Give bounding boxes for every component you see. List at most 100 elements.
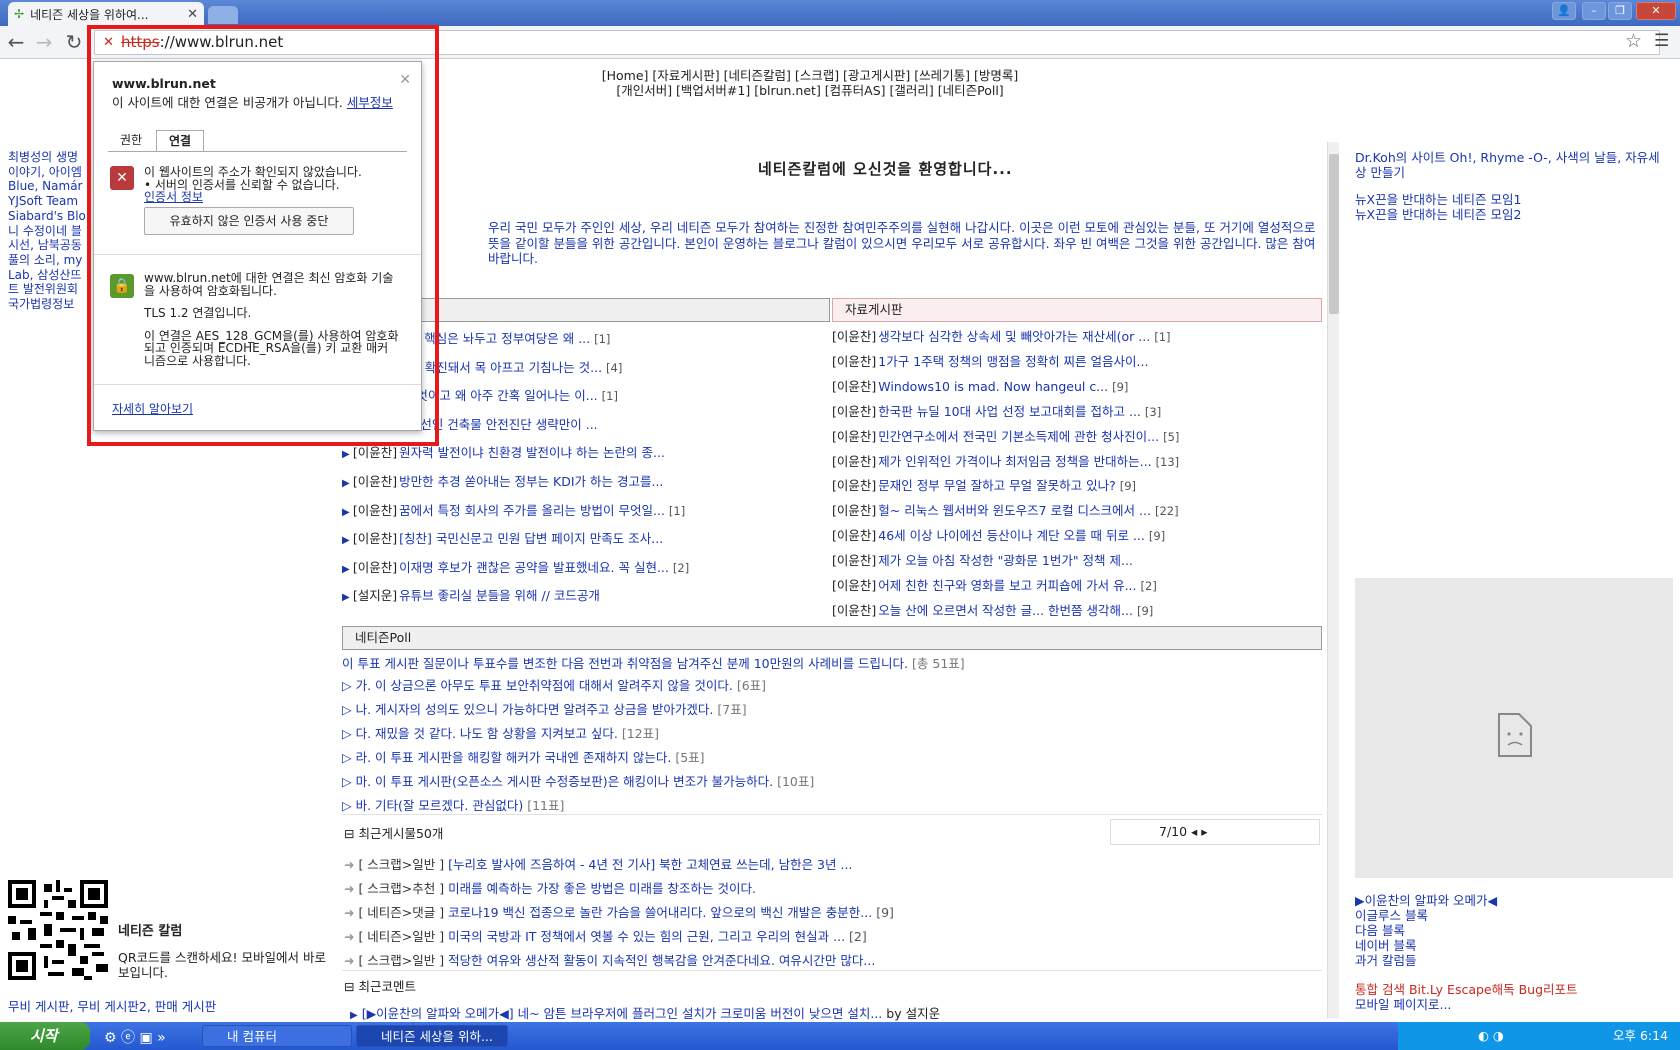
site-nav-line1[interactable]: [Home] [자료게시판] [네티즌칼럼] [스크랩] [광고게시판] [쓰레… — [560, 68, 1060, 83]
forward-arrow-icon[interactable]: → — [32, 30, 56, 54]
red-highlight-box — [87, 25, 439, 446]
tray-icons[interactable]: ◐ ◑ — [1478, 1022, 1504, 1050]
reload-icon[interactable]: ↻ — [62, 30, 86, 54]
blog-link[interactable]: 다음 블록 — [1355, 923, 1497, 938]
recent-post-link[interactable]: 미국의 국방과 IT 정책에서 엿볼 수 있는 힘의 근원, 그리고 우리의 현… — [448, 929, 845, 944]
board-post[interactable]: [이윤찬] 생각보다 심각한 상속세 및 빼앗아가는 재산세(or ... [1] — [832, 328, 1171, 346]
poll-option[interactable]: ▷ 나. 게시자의 성의도 있으니 가능하다면 알려주고 상금을 받아가겠다.[… — [342, 699, 747, 718]
post-title-link[interactable]: 민간연구소에서 전국민 기본소득제에 관한 청사진이... — [878, 429, 1159, 444]
board-post[interactable]: ▶ [이윤찬] 방만한 추경 쏟아내는 정부는 KDI가 하는 경고를... — [342, 473, 667, 491]
poll-option[interactable]: ▷ 다. 재밌을 것 같다. 나도 함 상황을 지켜보고 싶다. [12표] — [342, 723, 659, 742]
board-post[interactable]: [이윤찬] Windows10 is mad. Now hangeul c... [… — [832, 378, 1128, 396]
task-my-computer[interactable]: 내 컴퓨터 — [202, 1025, 352, 1047]
data-board-header[interactable]: 자료게시판 — [832, 298, 1322, 322]
board-post[interactable]: [이윤찬] 헐~ 리눅스 웹서버와 윈도우즈7 로컬 디스크에서 ... [22] — [832, 502, 1179, 520]
board-post[interactable]: ▶ [이윤찬] [칭찬] 국민신문고 민원 답변 페이지 만족도 조사... — [342, 530, 667, 548]
recent-post-link[interactable]: 코로나19 백신 접종으로 놀란 가슴을 쓸어내리다. 앞으로의 백신 개발은 … — [448, 905, 872, 920]
post-title-link[interactable]: 한국판 뉴딜 10대 사업 선정 보고대회를 접하고 ... — [878, 404, 1141, 419]
board-post[interactable]: [이윤찬] 46세 이상 나이에선 등산이나 계단 오를 때 뒤로 ... [9] — [832, 527, 1165, 545]
recent-post[interactable]: ➜ [ 스크랩>일반 ] 적당한 여유와 생산적 활동이 지속적인 행복감을 안겨… — [344, 950, 879, 969]
nux-link-1[interactable]: 뉴X끈을 반대하는 네티즌 모임1 — [1355, 192, 1671, 207]
blog-link[interactable]: ▶이윤찬의 알파와 오메가◀ — [1355, 893, 1497, 908]
board-post[interactable]: [이윤찬] 민간연구소에서 전국민 기본소득제에 관한 청사진이... [5] — [832, 428, 1179, 446]
poll-option-votes: [5표] — [675, 750, 705, 765]
board-post[interactable]: [이윤찬] 1가구 1주택 정책의 맹점을 정확히 찌른 얼음사이... — [832, 353, 1152, 371]
board-post[interactable]: ▶ [이윤찬] 이재명 후보가 괜찮은 공약을 발표했네요. 꼭 실현... [2] — [342, 559, 689, 577]
board-post[interactable]: [이윤찬] 제가 인위적인 가격이나 최저임금 정책을 반대하는... [13] — [832, 453, 1179, 471]
bullet-icon: ▶ — [342, 506, 353, 518]
post-title-link[interactable]: 이재명 후보가 괜찮은 공약을 발표했네요. 꼭 실현... — [399, 560, 669, 575]
site-nav-line2[interactable]: [개인서버] [백업서버#1] [blrun.net] [컴퓨터AS] [갤러리… — [560, 83, 1060, 98]
recent-post-link[interactable]: [누리호 발사에 즈음하여 - 4년 전 기사] 북한 고체연료 쓰는데, 남한… — [448, 857, 852, 872]
post-title-link[interactable]: 유튜브 좋리실 분들을 위해 // 코드공개 — [399, 588, 600, 603]
mobile-link[interactable]: 모바일 페이지로... — [1355, 997, 1578, 1012]
post-title-link[interactable]: 1가구 1주택 정책의 맹점을 정확히 찌른 얼음사이... — [878, 354, 1148, 369]
board-post[interactable]: [이윤찬] 오늘 산에 오르면서 작성한 글... 한번쯤 생각해... [9] — [832, 602, 1153, 620]
menu-icon[interactable]: ☰ — [1654, 31, 1669, 51]
poll-total-votes: [총 51표] — [912, 656, 965, 671]
user-icon[interactable]: 👤 — [1552, 2, 1576, 20]
post-title-link[interactable]: 제가 오늘 아침 작성한 "광화문 1번가" 정책 제... — [878, 553, 1133, 568]
post-title-link[interactable]: 어제 친한 친구와 영화를 보고 커피숍에 가서 유... — [878, 578, 1136, 593]
start-button[interactable]: 시작 — [0, 1022, 90, 1050]
poll-option[interactable]: ▷ 가. 이 상금으론 아무도 투표 보안취약점에 대해서 알려주지 않을 것이… — [342, 675, 766, 694]
post-title-link[interactable]: 생각보다 심각한 상속세 및 빼앗아가는 재산세(or ... — [878, 329, 1150, 344]
minimize-button[interactable]: – — [1582, 2, 1606, 20]
restore-button[interactable]: ❐ — [1608, 2, 1632, 20]
recent-post[interactable]: ➜ [ 스크랩>일반 ] [누리호 발사에 즈음하여 - 4년 전 기사] 북한 … — [344, 854, 856, 873]
board-post[interactable]: ▶ [이윤찬] 원자력 발전이냐 친환경 발전이냐 하는 논란의 종... — [342, 444, 669, 462]
comment-count: [3] — [1144, 404, 1162, 419]
post-title-link[interactable]: 꿈에서 특정 회사의 주가를 올리는 방법이 무엇일... — [399, 503, 665, 518]
board-post[interactable]: [이윤찬] 문재인 정부 무얼 잘하고 무얼 잘못하고 있나? [9] — [832, 477, 1136, 495]
board-links[interactable]: 무비 게시판, 무비 게시판2, 판매 게시판 — [8, 996, 216, 1015]
post-title-link[interactable]: [칭찬] 국민신문고 민원 답변 페이지 만족도 조사... — [399, 531, 663, 546]
blog-link[interactable]: 과거 칼럼들 — [1355, 953, 1497, 968]
friend-links[interactable]: Dr.Koh의 사이트 Oh!, Rhyme -O-, 사색의 날들, 자유세상… — [1355, 150, 1671, 180]
blog-link[interactable]: 이글루스 블록 — [1355, 908, 1497, 923]
scrollbar-thumb[interactable] — [1329, 154, 1339, 314]
poll-option[interactable]: ▷ 바. 기타(잘 모르겠다. 관심없다) [11표] — [342, 795, 564, 814]
post-author: [이윤찬] — [832, 553, 877, 569]
post-title-link[interactable]: 원자력 발전이냐 친환경 발전이냐 하는 논란의 종... — [399, 445, 665, 460]
welcome-heading: 네티즌칼럼에 오신것을 환영합니다... — [758, 160, 1013, 178]
post-author: [설지운] — [352, 588, 398, 604]
nux-link-2[interactable]: 뉴X끈을 반대하는 네티즌 모임2 — [1355, 207, 1671, 222]
post-title-link[interactable]: 오늘 산에 오르면서 작성한 글... 한번쯤 생각해... — [878, 603, 1133, 618]
page-scrollbar[interactable] — [1327, 142, 1339, 1018]
browser-tab-active[interactable]: ✢ 네티즌 세상을 위하여... ✕ — [8, 2, 204, 26]
quicklaunch-icons[interactable]: ⚙ ⓔ ▣ » — [104, 1027, 166, 1047]
task-browser[interactable]: 네티즌 세상을 위하... — [356, 1025, 508, 1047]
recent-post-link[interactable]: 적당한 여유와 생산적 활동이 지속적인 행복감을 안겨준다네요. 여유시간만 … — [448, 953, 875, 968]
board-post[interactable]: ▶ [이윤찬] 꿈에서 특정 회사의 주가를 올리는 방법이 무엇일... [1] — [342, 502, 685, 520]
bookmark-star-icon[interactable]: ☆ — [1625, 30, 1642, 52]
post-title-link[interactable]: 헐~ 리눅스 웹서버와 윈도우즈7 로컬 디스크에서 ... — [878, 503, 1151, 518]
recent-post[interactable]: ➜ [ 스크랩>추천 ] 미래를 예측하는 가장 좋은 방법은 미래를 창조하는 … — [344, 878, 760, 897]
comment-count: [5] — [1163, 429, 1180, 444]
recent-posts-pager[interactable]: 7/10 ◂ ▸ — [1110, 819, 1320, 845]
poll-question[interactable]: 이 투표 게시판 질문이나 투표수를 변조한 다음 전번과 취약점을 남겨주신 … — [342, 653, 965, 672]
recent-comment-link[interactable]: [▶이윤찬의 알파와 오메가◀] 네~ 암튼 브라우저에 플러그인 설치가 크로… — [362, 1006, 883, 1021]
post-title-link[interactable]: Windows10 is mad. Now hangeul c... — [878, 379, 1108, 394]
recent-post[interactable]: ➜ [ 네티즌>댓글 ] 코로나19 백신 접종으로 놀란 가슴을 쓸어내리다. … — [344, 902, 894, 921]
post-title-link[interactable]: 제가 인위적인 가격이나 최저임금 정책을 반대하는... — [878, 454, 1151, 469]
board-post[interactable]: ▶ [설지운] 유튜브 좋리실 분들을 위해 // 코드공개 — [342, 587, 604, 605]
recent-post-link[interactable]: 미래를 예측하는 가장 좋은 방법은 미래를 창조하는 것이다. — [448, 881, 756, 896]
back-arrow-icon[interactable]: ← — [4, 30, 28, 54]
recent-comment-item[interactable]: ▶ [▶이윤찬의 알파와 오메가◀] 네~ 암튼 브라우저에 플러그인 설치가 … — [350, 1003, 940, 1022]
poll-header[interactable]: 네티즌Poll — [342, 626, 1322, 650]
poll-option[interactable]: ▷ 라. 이 투표 게시판을 해킹할 해커가 국내엔 존재하지 않는다. [5표] — [342, 747, 705, 766]
post-title-link[interactable]: 46세 이상 나이에선 등산이나 계단 오를 때 뒤로 ... — [878, 528, 1145, 543]
recent-post[interactable]: ➜ [ 네티즌>일반 ] 미국의 국방과 IT 정책에서 엿볼 수 있는 힘의 근… — [344, 926, 867, 945]
post-title-link[interactable]: 문재인 정부 무얼 잘하고 무얼 잘못하고 있나? — [878, 478, 1115, 493]
blog-link[interactable]: 네이버 블록 — [1355, 938, 1497, 953]
search-links[interactable]: 통합 검색 Bit.Ly Escape해독 Bug리포트 — [1355, 982, 1578, 997]
poll-option[interactable]: ▷ 마. 이 투표 게시판(오픈소스 게시판 수정증보판)은 해킹이나 변조가 … — [342, 771, 814, 790]
close-window-button[interactable]: ✕ — [1636, 2, 1676, 20]
tab-close-icon[interactable]: ✕ — [187, 7, 198, 22]
board-post[interactable]: [이윤찬] 어제 친한 친구와 영화를 보고 커피숍에 가서 유... [2] — [832, 577, 1157, 595]
bullet-icon: ▶ — [342, 478, 353, 489]
new-tab-button[interactable] — [208, 6, 238, 24]
board-post[interactable]: [이윤찬] 한국판 뉴딜 10대 사업 선정 보고대회를 접하고 ... [3] — [832, 403, 1161, 421]
post-title-link[interactable]: 방만한 추경 쏟아내는 정부는 KDI가 하는 경고를... — [399, 474, 663, 489]
board-post[interactable]: [이윤찬] 제가 오늘 아침 작성한 "광화문 1번가" 정책 제... — [832, 552, 1137, 570]
